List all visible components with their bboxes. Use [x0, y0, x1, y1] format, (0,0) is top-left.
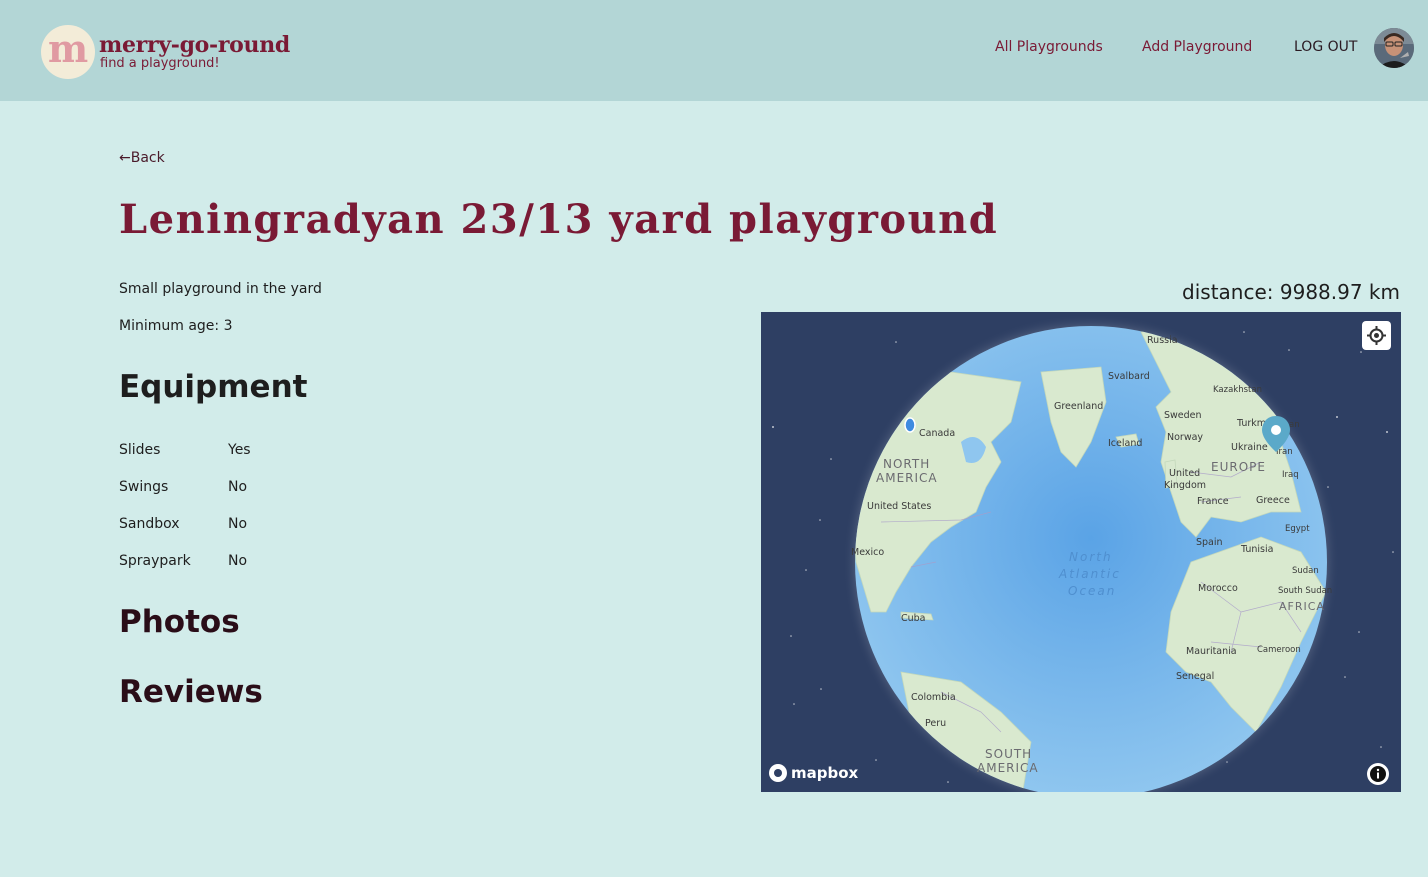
user-location-dot	[904, 417, 916, 433]
label-russia: Russia	[1147, 335, 1178, 346]
label-europe: EUROPE	[1211, 460, 1266, 474]
label-france: France	[1197, 496, 1229, 507]
label-south-sudan: South Sudan	[1278, 586, 1332, 596]
label-egypt: Egypt	[1285, 524, 1310, 534]
label-south-america-1: SOUTH	[985, 747, 1032, 761]
label-morocco: Morocco	[1198, 583, 1238, 594]
nav-all-playgrounds[interactable]: All Playgrounds	[995, 39, 1103, 55]
label-united-kingdom-2: Kingdom	[1164, 480, 1206, 491]
label-peru: Peru	[925, 718, 946, 729]
label-norway: Norway	[1167, 432, 1203, 443]
label-senegal: Senegal	[1176, 671, 1214, 682]
label-mauritania: Mauritania	[1186, 646, 1237, 657]
minimum-age: Minimum age: 3	[119, 318, 233, 334]
logo-letter[interactable]: m	[48, 25, 88, 73]
geolocate-button[interactable]	[1362, 321, 1391, 350]
mapbox-logo[interactable]: mapbox	[769, 764, 858, 782]
nav-add-playground[interactable]: Add Playground	[1142, 39, 1252, 55]
label-atlantic-3: Ocean	[1068, 584, 1116, 598]
reviews-heading: Reviews	[119, 674, 263, 710]
label-tunisia: Tunisia	[1240, 544, 1273, 555]
equipment-name: Spraypark	[119, 553, 191, 569]
label-sweden: Sweden	[1164, 410, 1202, 421]
label-canada: Canada	[919, 428, 955, 439]
equipment-value: No	[228, 516, 248, 532]
playground-description: Small playground in the yard	[119, 281, 322, 297]
mapbox-wordmark: mapbox	[791, 764, 859, 782]
equipment-value: Yes	[228, 442, 251, 458]
globe-map[interactable]: Russia Svalbard Kazakhstan Greenland Swe…	[761, 312, 1401, 792]
equipment-name: Slides	[119, 442, 161, 458]
map-view[interactable]: Russia Svalbard Kazakhstan Greenland Swe…	[761, 312, 1401, 792]
label-turkmenistan: Turkm	[1236, 418, 1266, 429]
label-iraq: Iraq	[1282, 470, 1299, 480]
label-turkmenistan-end: an	[1289, 420, 1300, 430]
equipment-row: Sandbox No	[119, 516, 319, 536]
label-cuba: Cuba	[901, 613, 926, 624]
page-title: Leningradyan 23/13 yard playground	[119, 196, 999, 243]
label-greenland: Greenland	[1054, 401, 1103, 412]
label-africa: AFRICA	[1279, 600, 1325, 613]
label-svalbard: Svalbard	[1108, 371, 1150, 382]
label-north-america-1: NORTH	[883, 457, 930, 471]
crosshair-icon	[1367, 326, 1386, 345]
equipment-name: Sandbox	[119, 516, 180, 532]
label-united-states: United States	[867, 501, 931, 512]
equipment-value: No	[228, 479, 248, 495]
label-atlantic-2: Atlantic	[1058, 567, 1121, 581]
label-kazakhstan: Kazakhstan	[1213, 385, 1262, 395]
label-ukraine: Ukraine	[1231, 442, 1268, 453]
label-iceland: Iceland	[1108, 438, 1142, 449]
logout-button[interactable]: LOG OUT	[1294, 39, 1357, 55]
info-icon	[1370, 766, 1386, 782]
label-spain: Spain	[1196, 537, 1223, 548]
equipment-value: No	[228, 553, 248, 569]
label-south-america-2: AMERICA	[977, 761, 1039, 775]
attribution-info-button[interactable]	[1367, 763, 1389, 785]
equipment-row: Slides Yes	[119, 442, 319, 462]
equipment-row: Spraypark No	[119, 553, 319, 573]
photos-heading: Photos	[119, 604, 240, 640]
label-north-america-2: AMERICA	[876, 471, 938, 485]
equipment-name: Swings	[119, 479, 169, 495]
avatar[interactable]	[1374, 28, 1414, 68]
top-header: m merry-go-round find a playground! All …	[0, 0, 1428, 101]
label-atlantic-1: North	[1069, 550, 1113, 564]
label-cameroon: Cameroon	[1257, 645, 1301, 655]
brand-tagline: find a playground!	[100, 56, 220, 71]
equipment-row: Swings No	[119, 479, 319, 499]
label-mexico: Mexico	[851, 547, 884, 558]
mapbox-icon	[769, 764, 787, 782]
equipment-heading: Equipment	[119, 369, 308, 405]
label-sudan: Sudan	[1292, 566, 1319, 576]
brand-name[interactable]: merry-go-round	[99, 32, 290, 58]
distance-readout: distance: 9988.97 km	[1182, 280, 1400, 304]
label-greece: Greece	[1256, 495, 1290, 506]
label-united-kingdom-1: United	[1169, 468, 1200, 479]
back-link[interactable]: ←Back	[119, 150, 165, 166]
label-colombia: Colombia	[911, 692, 956, 703]
